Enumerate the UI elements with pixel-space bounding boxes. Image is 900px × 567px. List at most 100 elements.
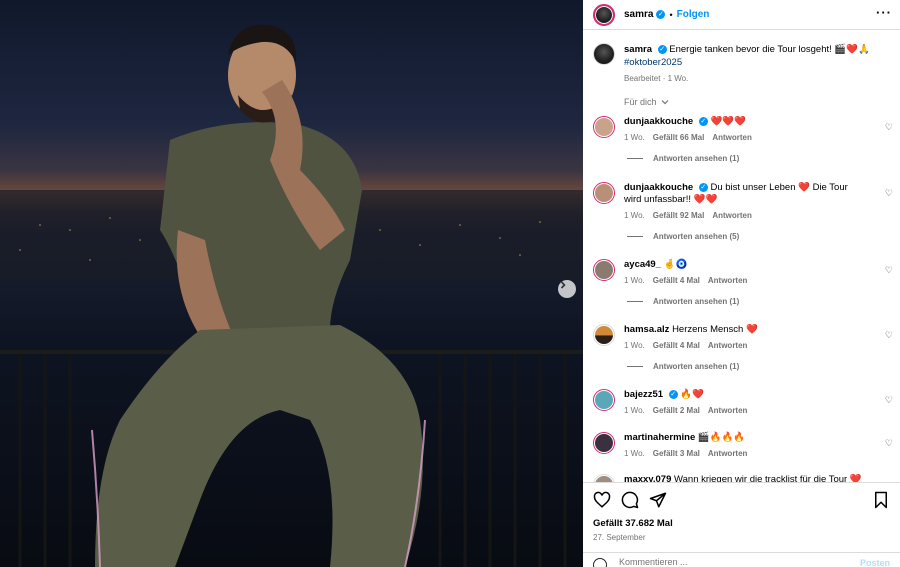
commenter-username[interactable]: dunjaakkouche xyxy=(624,182,693,193)
post-actions-bar: Gefällt 37.682 Mal 27. September Posten xyxy=(583,482,900,567)
replies-line xyxy=(627,236,643,237)
more-horizontal-icon[interactable]: ··· xyxy=(876,6,892,19)
post-side-panel: samra ✓ • Folgen ··· samra ✓ Energie tan… xyxy=(583,0,900,567)
verified-badge-icon: ✓ xyxy=(668,389,678,399)
view-replies-label: Antworten ansehen (1) xyxy=(653,297,740,306)
comment-item: ayca49_ 🤞🧿 1 Wo. Gefällt 4 Mal Antworten… xyxy=(593,259,893,306)
commenter-username[interactable]: maxxy.079 xyxy=(624,474,671,482)
sort-dropdown[interactable]: Für dich xyxy=(624,97,669,107)
comment-text: 🎬🔥🔥🔥 xyxy=(697,432,746,443)
view-replies-label: Antworten ansehen (1) xyxy=(653,154,740,163)
caption-avatar[interactable] xyxy=(593,43,615,65)
comment-likes[interactable]: Gefällt 4 Mal xyxy=(653,275,700,287)
comment-time: 1 Wo. xyxy=(624,211,645,220)
like-comment-heart-icon[interactable]: ♡ xyxy=(885,122,893,133)
replies-line xyxy=(627,158,643,159)
comments-scroll-area[interactable]: samra ✓ Energie tanken bevor die Tour lo… xyxy=(583,31,900,482)
share-paper-plane-icon[interactable] xyxy=(649,491,667,509)
verified-badge-icon: ✓ xyxy=(657,44,667,54)
view-replies-label: Antworten ansehen (1) xyxy=(653,362,740,371)
like-heart-icon[interactable] xyxy=(593,491,611,509)
comment-text: 🤞🧿 xyxy=(663,259,688,270)
reply-button[interactable]: Antworten xyxy=(708,448,748,460)
reply-button[interactable]: Antworten xyxy=(708,275,748,287)
chevron-down-icon xyxy=(661,100,669,105)
verified-badge-icon: ✓ xyxy=(698,116,708,126)
reply-button[interactable]: Antworten xyxy=(708,405,748,417)
likes-count[interactable]: Gefällt 37.682 Mal xyxy=(593,518,673,529)
comment-item: maxxy.079 Wann kriegen wir die tracklist… xyxy=(593,474,893,482)
like-comment-heart-icon[interactable]: ♡ xyxy=(885,438,893,449)
comment-item: dunjaakkouche ✓ ❤️❤️❤️ 1 Wo. Gefällt 66 … xyxy=(593,116,893,163)
view-replies-button[interactable]: Antworten ansehen (5) xyxy=(627,232,893,241)
comment-time: 1 Wo. xyxy=(624,276,645,285)
commenter-username[interactable]: ayca49_ xyxy=(624,259,661,270)
post-photo xyxy=(0,0,583,567)
replies-line xyxy=(627,366,643,367)
commenter-username[interactable]: martinahermine xyxy=(624,432,695,443)
commenter-username[interactable]: bajezz51 xyxy=(624,389,663,400)
comment-time: 1 Wo. xyxy=(624,133,645,142)
author-username[interactable]: samra xyxy=(624,9,653,20)
sort-label: Für dich xyxy=(624,97,657,107)
commenter-username[interactable]: hamsa.alz xyxy=(624,324,669,335)
caption-text: Energie tanken bevor die Tour losgeht! 🎬… xyxy=(669,44,870,55)
commenter-avatar[interactable] xyxy=(593,259,615,281)
commenter-avatar[interactable] xyxy=(593,389,615,411)
view-replies-button[interactable]: Antworten ansehen (1) xyxy=(627,297,893,306)
commenter-avatar[interactable] xyxy=(593,182,615,204)
comment-likes[interactable]: Gefällt 4 Mal xyxy=(653,340,700,352)
like-comment-heart-icon[interactable]: ♡ xyxy=(885,395,893,406)
bookmark-icon[interactable] xyxy=(872,491,890,509)
comment-composer: Posten xyxy=(583,552,900,567)
caption-hashtag-link[interactable]: #oktober2025 xyxy=(624,56,874,69)
like-comment-heart-icon[interactable]: ♡ xyxy=(885,265,893,276)
comment-item: bajezz51 ✓ 🔥❤️ 1 Wo. Gefällt 2 Mal Antwo… xyxy=(593,389,893,417)
reply-button[interactable]: Antworten xyxy=(712,132,752,144)
view-replies-label: Antworten ansehen (5) xyxy=(653,232,740,241)
comment-item: hamsa.alz Herzens Mensch ❤️ 1 Wo. Gefäll… xyxy=(593,324,893,371)
view-replies-button[interactable]: Antworten ansehen (1) xyxy=(627,154,893,163)
comment-time: 1 Wo. xyxy=(624,406,645,415)
like-comment-heart-icon[interactable]: ♡ xyxy=(885,330,893,341)
chevron-right-icon xyxy=(560,281,566,289)
photo-illustration xyxy=(0,24,583,567)
caption-meta: Bearbeitet · 1 Wo. xyxy=(624,74,689,83)
commenter-avatar[interactable] xyxy=(593,324,615,346)
comment-likes[interactable]: Gefällt 2 Mal xyxy=(653,405,700,417)
caption-username[interactable]: samra xyxy=(624,44,652,55)
like-comment-heart-icon[interactable]: ♡ xyxy=(885,188,893,199)
replies-line xyxy=(627,301,643,302)
comment-item: martinahermine 🎬🔥🔥🔥 1 Wo. Gefällt 3 Mal … xyxy=(593,432,893,460)
comment-likes[interactable]: Gefällt 3 Mal xyxy=(653,448,700,460)
comment-text: 🔥❤️ xyxy=(680,389,705,400)
reply-button[interactable]: Antworten xyxy=(708,340,748,352)
separator-dot: • xyxy=(669,9,673,20)
commenter-avatar[interactable] xyxy=(593,116,615,138)
post-header: samra ✓ • Folgen ··· xyxy=(583,0,900,30)
commenter-avatar[interactable] xyxy=(593,474,615,482)
comment-item: dunjaakkouche ✓ Du bist unser Leben ❤️ D… xyxy=(593,182,893,241)
comment-input[interactable] xyxy=(619,557,839,567)
next-image-button[interactable] xyxy=(558,280,576,298)
verified-badge-icon: ✓ xyxy=(656,10,666,19)
comment-text: Wann kriegen wir die tracklist für die T… xyxy=(674,474,862,482)
comment-time: 1 Wo. xyxy=(624,449,645,458)
follow-button[interactable]: Folgen xyxy=(677,9,710,20)
reply-button[interactable]: Antworten xyxy=(712,210,752,222)
comment-time: 1 Wo. xyxy=(624,341,645,350)
post-comment-button[interactable]: Posten xyxy=(860,558,890,567)
author-avatar[interactable] xyxy=(593,3,615,26)
verified-badge-icon: ✓ xyxy=(698,182,708,192)
view-replies-button[interactable]: Antworten ansehen (1) xyxy=(627,362,893,371)
comment-likes[interactable]: Gefällt 66 Mal xyxy=(653,132,705,144)
commenter-avatar[interactable] xyxy=(593,432,615,454)
post-caption: samra ✓ Energie tanken bevor die Tour lo… xyxy=(593,43,874,85)
comment-likes[interactable]: Gefällt 92 Mal xyxy=(653,210,705,222)
comment-text: Herzens Mensch ❤️ xyxy=(672,324,758,335)
post-date: 27. September xyxy=(593,533,646,542)
commenter-username[interactable]: dunjaakkouche xyxy=(624,116,693,127)
comment-text: ❤️❤️❤️ xyxy=(710,116,746,127)
emoji-icon[interactable] xyxy=(593,558,607,567)
comment-bubble-icon[interactable] xyxy=(621,491,639,509)
